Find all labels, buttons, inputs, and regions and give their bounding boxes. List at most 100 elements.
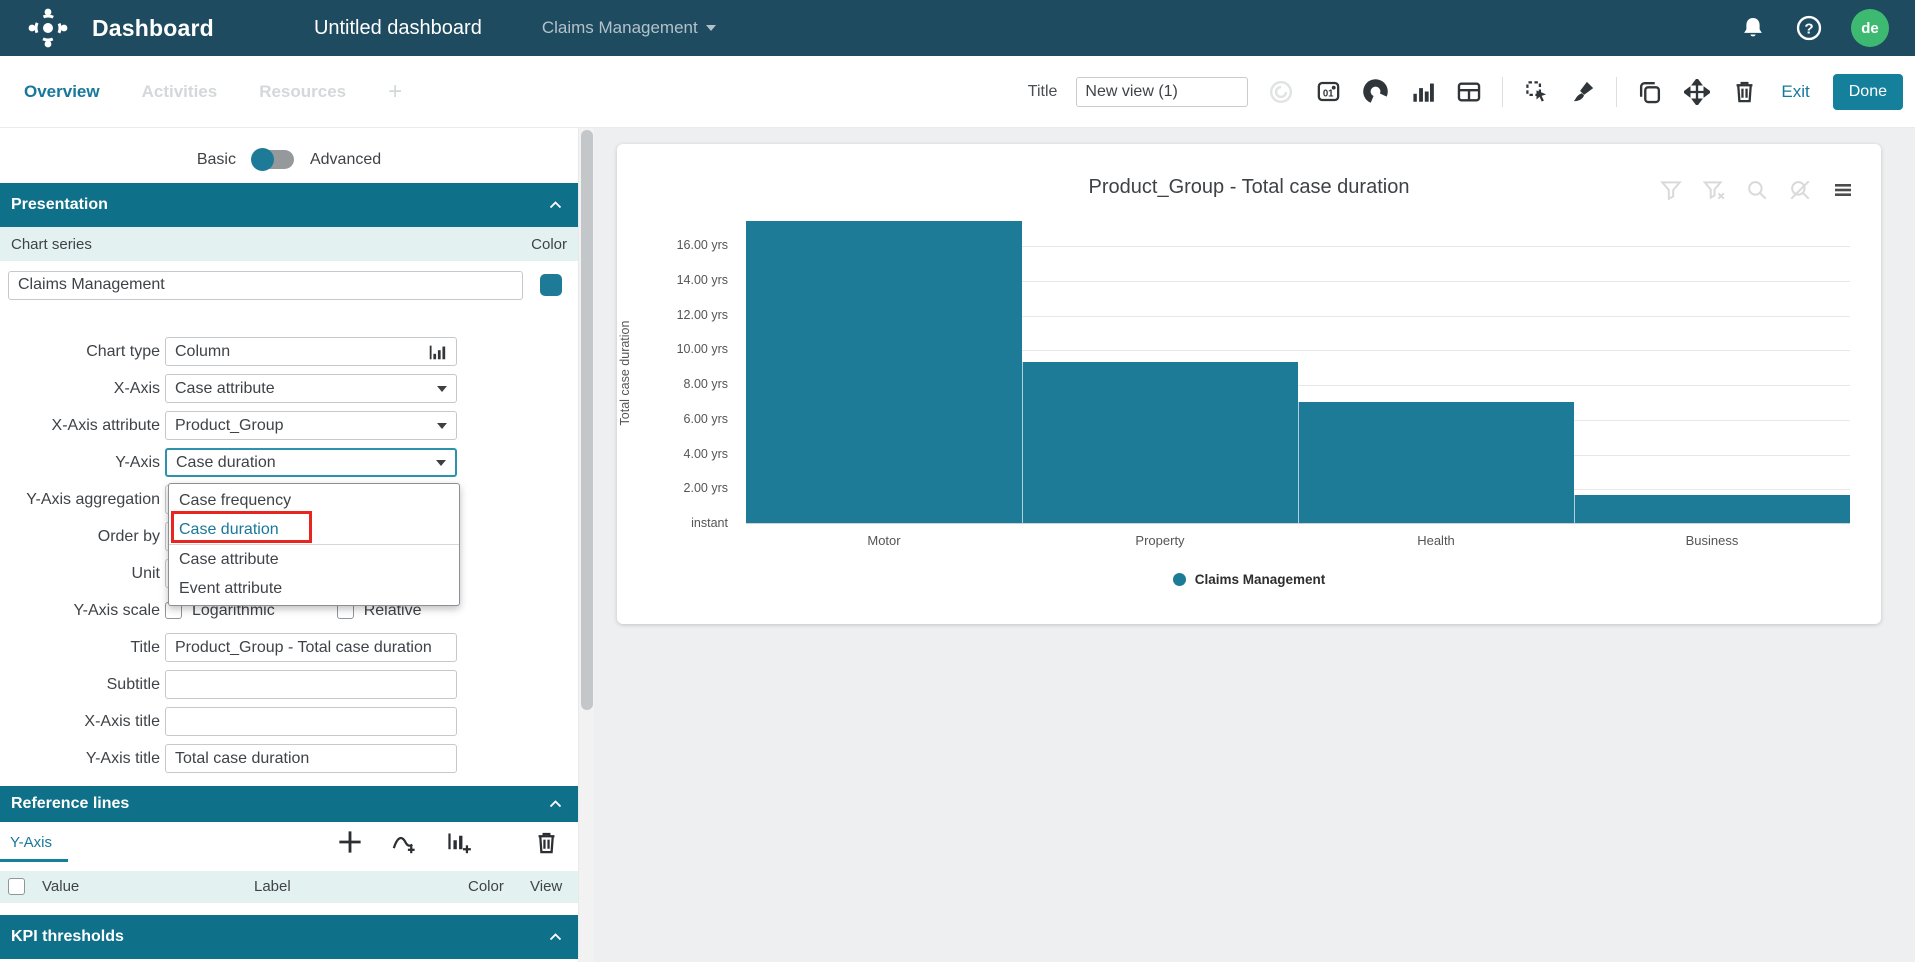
dataset-selector-label: Claims Management	[542, 18, 698, 38]
add-chart-reference-icon[interactable]	[444, 828, 472, 856]
y-axis-title-field[interactable]	[165, 744, 457, 773]
chevron-down-icon	[706, 25, 716, 31]
title-label: Title	[0, 639, 160, 657]
chart-type-label: Chart type	[0, 343, 160, 361]
kpi-thresholds-section-header[interactable]: KPI thresholds	[0, 915, 578, 959]
bar-health[interactable]	[1298, 402, 1574, 523]
format-painter-icon[interactable]	[1569, 78, 1597, 106]
tab-overview[interactable]: Overview	[24, 82, 100, 102]
x-axis-attribute-select[interactable]: Product_Group	[165, 411, 457, 440]
chart-legend[interactable]: Claims Management	[617, 572, 1881, 587]
tab-resources[interactable]: Resources	[259, 82, 346, 102]
reference-lines-section-header[interactable]: Reference lines	[0, 786, 578, 822]
y-tick-label: 10.00 yrs	[658, 342, 728, 356]
series-name-input[interactable]	[8, 271, 523, 300]
y-axis-value: Case duration	[176, 454, 276, 472]
dataset-selector[interactable]: Claims Management	[542, 18, 716, 38]
y-ticks: 16.00 yrs14.00 yrs12.00 yrs10.00 yrs8.00…	[658, 222, 728, 524]
view-title-input[interactable]	[1076, 77, 1248, 107]
clear-filter-icon[interactable]	[1700, 176, 1728, 204]
y-axis-select[interactable]: Case duration	[165, 448, 457, 477]
help-icon[interactable]: ?	[1795, 14, 1823, 42]
delete-reference-line-icon[interactable]	[532, 828, 560, 856]
chevron-down-icon	[437, 386, 447, 392]
toggle-basic-label: Basic	[197, 151, 236, 169]
y-tick-label: 16.00 yrs	[658, 238, 728, 252]
add-tab-button[interactable]: +	[388, 78, 402, 106]
bar-property[interactable]	[1022, 362, 1298, 523]
kpi-thresholds-header-label: KPI thresholds	[11, 928, 124, 946]
chevron-down-icon	[436, 460, 446, 466]
x-axis-title-input[interactable]	[175, 713, 447, 731]
toolbar-divider	[1502, 77, 1503, 107]
dropdown-item-event-attribute[interactable]: Event attribute	[169, 574, 459, 603]
chart-y-axis-title: Total case duration	[618, 308, 632, 438]
chart-menu-icon[interactable]	[1829, 176, 1857, 204]
chart-widget-icon[interactable]	[1408, 78, 1436, 106]
active-tab-underline	[0, 859, 68, 862]
order-by-label: Order by	[0, 528, 160, 546]
dropdown-item-case-attribute[interactable]: Case attribute	[169, 545, 459, 574]
y-tick-label: 4.00 yrs	[658, 447, 728, 461]
subtitle-field[interactable]	[165, 670, 457, 699]
zoom-off-icon[interactable]	[1786, 176, 1814, 204]
copy-icon[interactable]	[1636, 78, 1664, 106]
dropdown-item-case-duration[interactable]: Case duration	[169, 515, 459, 544]
exit-button[interactable]: Exit	[1781, 82, 1809, 102]
toggle-advanced-label: Advanced	[310, 151, 381, 169]
toolbar-divider	[1616, 77, 1617, 107]
subtitle-input[interactable]	[175, 676, 447, 694]
chart-type-value: Column	[175, 343, 230, 361]
top-navbar: Dashboard Untitled dashboard Claims Mana…	[0, 0, 1915, 56]
legend-series-dot	[1173, 573, 1186, 586]
user-avatar[interactable]: de	[1851, 9, 1889, 47]
y-axis-dropdown: Case frequency Case duration Case attrib…	[168, 483, 460, 606]
y-axis-label: Y-Axis	[0, 454, 160, 472]
add-reference-line-icon[interactable]	[336, 828, 364, 856]
x-axis-attribute-value: Product_Group	[175, 417, 284, 435]
kpi-widget-icon[interactable]: 01	[1314, 78, 1342, 106]
x-axis-title-field[interactable]	[165, 707, 457, 736]
title-input[interactable]	[175, 639, 447, 657]
basic-advanced-toggle[interactable]	[252, 150, 294, 169]
gauge-widget-icon[interactable]	[1361, 78, 1389, 106]
chevron-down-icon	[437, 423, 447, 429]
dropdown-item-case-frequency[interactable]: Case frequency	[169, 486, 459, 515]
done-button[interactable]: Done	[1833, 74, 1903, 110]
bar-motor[interactable]	[746, 221, 1022, 523]
x-axis-select[interactable]: Case attribute	[165, 374, 457, 403]
select-all-checkbox[interactable]	[8, 878, 25, 895]
y-tick-label: 12.00 yrs	[658, 308, 728, 322]
presentation-header-label: Presentation	[11, 196, 108, 214]
y-tick-label: 6.00 yrs	[658, 412, 728, 426]
x-axis-value: Case attribute	[175, 380, 275, 398]
add-curve-reference-icon[interactable]	[390, 828, 418, 856]
delete-view-icon[interactable]	[1730, 78, 1758, 106]
column-header-label: Label	[254, 878, 291, 895]
legend-series-label: Claims Management	[1195, 572, 1326, 587]
chart-type-select[interactable]: Column	[165, 337, 457, 366]
title-field[interactable]	[165, 633, 457, 662]
zoom-icon[interactable]	[1743, 176, 1771, 204]
toggle-knob	[251, 148, 274, 171]
bar-business[interactable]	[1574, 495, 1850, 523]
selection-mode-icon[interactable]	[1522, 78, 1550, 106]
document-title[interactable]: Untitled dashboard	[314, 17, 482, 40]
scrollbar-thumb[interactable]	[581, 130, 593, 710]
move-icon[interactable]	[1683, 78, 1711, 106]
filter-icon[interactable]	[1657, 176, 1685, 204]
y-tick-label: instant	[658, 516, 728, 530]
y-tick-label: 2.00 yrs	[658, 481, 728, 495]
tab-activities[interactable]: Activities	[142, 82, 218, 102]
svg-text:?: ?	[1804, 20, 1813, 37]
y-axis-aggregation-label: Y-Axis aggregation	[0, 491, 160, 509]
notifications-bell-icon[interactable]	[1739, 14, 1767, 42]
panel-scrollbar[interactable]	[578, 128, 594, 962]
chart-series-label: Chart series	[11, 236, 92, 253]
presentation-section-header[interactable]: Presentation	[0, 183, 578, 227]
chart-widget[interactable]: Product_Group - Total case duration	[617, 144, 1881, 624]
table-widget-icon[interactable]	[1455, 78, 1483, 106]
reference-lines-y-axis-tab[interactable]: Y-Axis	[10, 834, 52, 851]
series-color-swatch[interactable]	[540, 274, 562, 296]
y-axis-title-input[interactable]	[175, 750, 447, 768]
